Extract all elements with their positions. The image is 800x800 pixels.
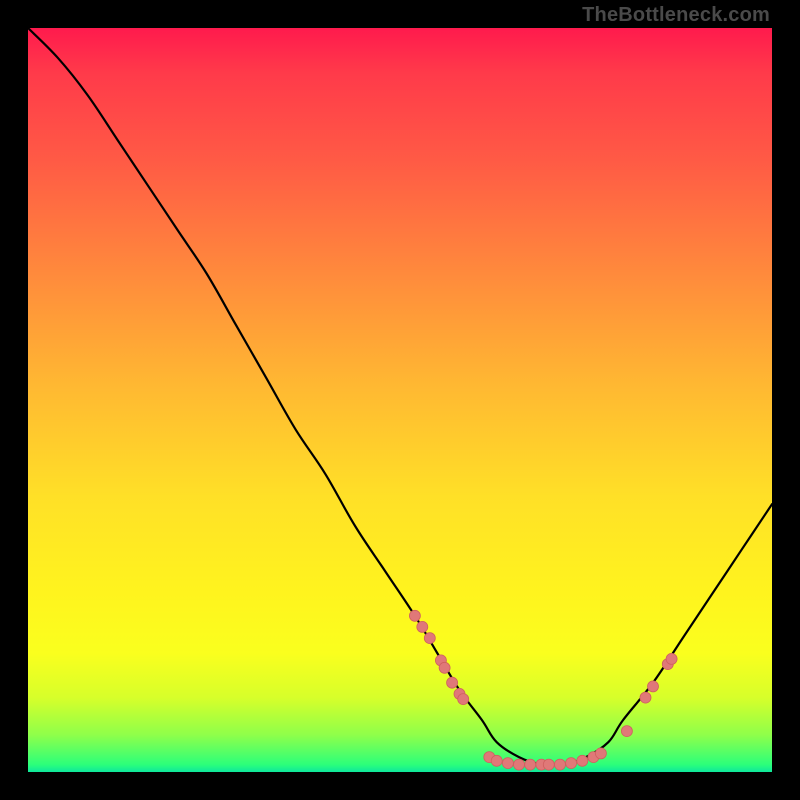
curve-marker	[536, 759, 547, 770]
curve-marker	[454, 688, 465, 699]
curve-marker	[491, 755, 502, 766]
curve-marker	[484, 752, 495, 763]
curve-marker	[666, 653, 677, 664]
curve-marker	[458, 694, 469, 705]
curve-marker	[447, 677, 458, 688]
curve-markers	[409, 610, 677, 770]
bottleneck-curve	[28, 28, 772, 766]
curve-marker	[417, 621, 428, 632]
curve-marker	[566, 758, 577, 769]
curve-marker	[621, 726, 632, 737]
curve-marker	[648, 681, 659, 692]
curve-marker	[640, 692, 651, 703]
watermark-text: TheBottleneck.com	[582, 4, 770, 27]
curve-marker	[588, 752, 599, 763]
curve-marker	[435, 655, 446, 666]
curve-svg	[28, 28, 772, 772]
curve-marker	[543, 759, 554, 770]
curve-marker	[409, 610, 420, 621]
chart-frame: TheBottleneck.com	[0, 0, 800, 800]
curve-marker	[525, 759, 536, 770]
curve-marker	[555, 759, 566, 770]
curve-marker	[595, 748, 606, 759]
plot-area	[28, 28, 772, 772]
curve-marker	[662, 659, 673, 670]
curve-marker	[424, 633, 435, 644]
curve-marker	[514, 759, 525, 770]
curve-marker	[502, 758, 513, 769]
curve-marker	[439, 662, 450, 673]
curve-marker	[577, 755, 588, 766]
